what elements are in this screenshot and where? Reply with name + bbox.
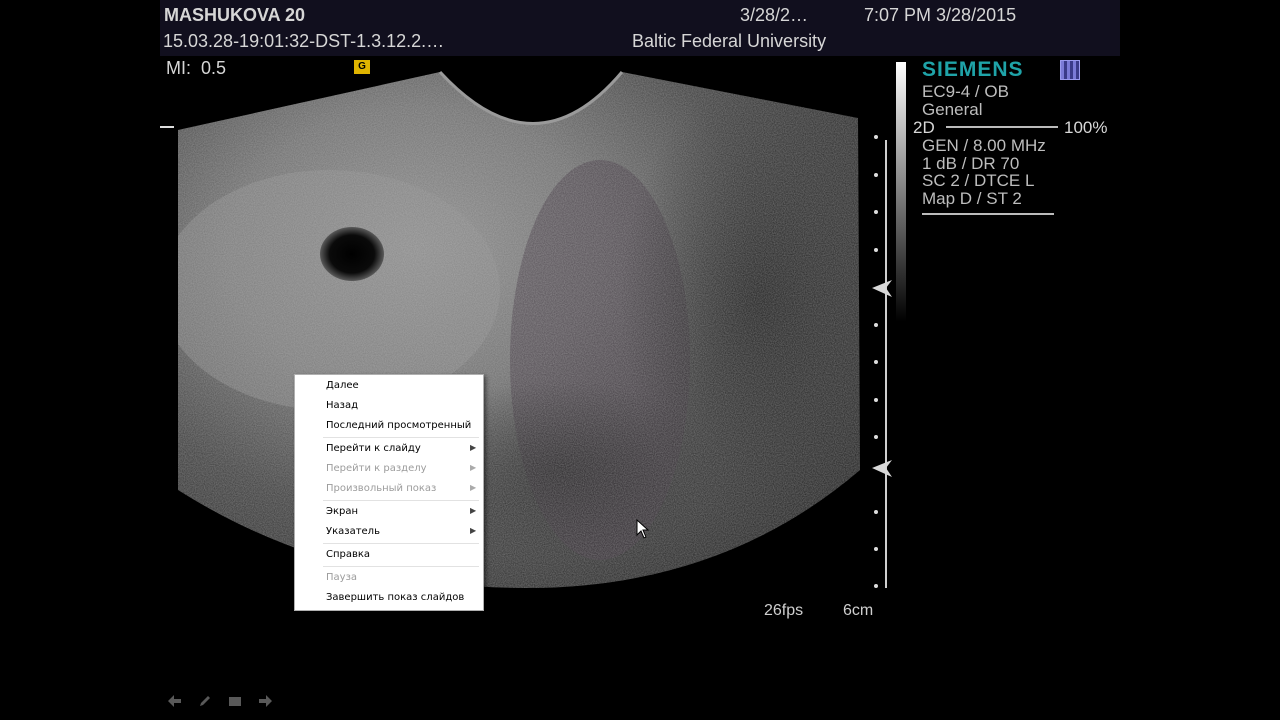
preset-label: General: [922, 100, 983, 119]
gain-percent: 100%: [1064, 118, 1108, 137]
params-divider: [922, 213, 1054, 215]
brand-logo: SIEMENS: [922, 58, 1024, 81]
submenu-arrow-icon: ▶: [470, 483, 477, 492]
frequency-label: GEN / 8.00 MHz: [922, 136, 1046, 155]
gain-indicator-line: [946, 126, 1058, 128]
menu-item-next[interactable]: Далее: [295, 377, 483, 395]
submenu-arrow-icon: ▶: [470, 506, 477, 515]
map-label: Map D / ST 2: [922, 189, 1022, 208]
menu-item-go-to-slide[interactable]: Перейти к слайду ▶: [295, 440, 483, 458]
previous-slide-icon[interactable]: [168, 694, 182, 708]
compounding-label: SC 2 / DTCE L: [922, 171, 1035, 190]
next-slide-icon[interactable]: [258, 694, 272, 708]
menu-separator: [323, 500, 479, 501]
frame-rate: 26fps: [764, 602, 804, 619]
submenu-arrow-icon: ▶: [470, 443, 477, 452]
focus-marker-icon: [872, 460, 892, 477]
mouse-cursor-icon: [636, 519, 650, 539]
focus-marker-icon: [872, 280, 892, 297]
menu-item-pointer[interactable]: Указатель ▶: [295, 523, 483, 541]
menu-separator: [323, 566, 479, 567]
menu-item-end-show[interactable]: Завершить показ слайдов: [295, 589, 483, 607]
menu-separator: [323, 437, 479, 438]
depth-value: 6cm: [843, 602, 874, 619]
menu-item-custom-show: Произвольный показ ▶: [326, 483, 477, 494]
pen-icon[interactable]: [198, 694, 212, 708]
menu-item-go-to-section: Перейти к разделу ▶: [326, 463, 477, 474]
menu-item-pause: Пауза: [326, 572, 358, 583]
depth-scale: [872, 135, 892, 588]
menu-icon[interactable]: [228, 694, 242, 708]
menu-item-last-viewed[interactable]: Последний просмотренный: [295, 417, 483, 435]
menu-separator: [323, 543, 479, 544]
submenu-arrow-icon: ▶: [470, 526, 477, 535]
imaging-mode: 2D: [913, 118, 935, 137]
menu-item-screen[interactable]: Экран ▶: [295, 503, 483, 521]
slideshow-context-menu[interactable]: Далее Назад Последний просмотренный Пере…: [294, 374, 484, 611]
cine-film-icon: [1060, 60, 1080, 80]
menu-item-previous[interactable]: Назад: [295, 397, 483, 415]
probe-label: EC9-4 / OB: [922, 82, 1009, 101]
menu-item-help[interactable]: Справка: [295, 546, 483, 564]
submenu-arrow-icon: ▶: [470, 463, 477, 472]
